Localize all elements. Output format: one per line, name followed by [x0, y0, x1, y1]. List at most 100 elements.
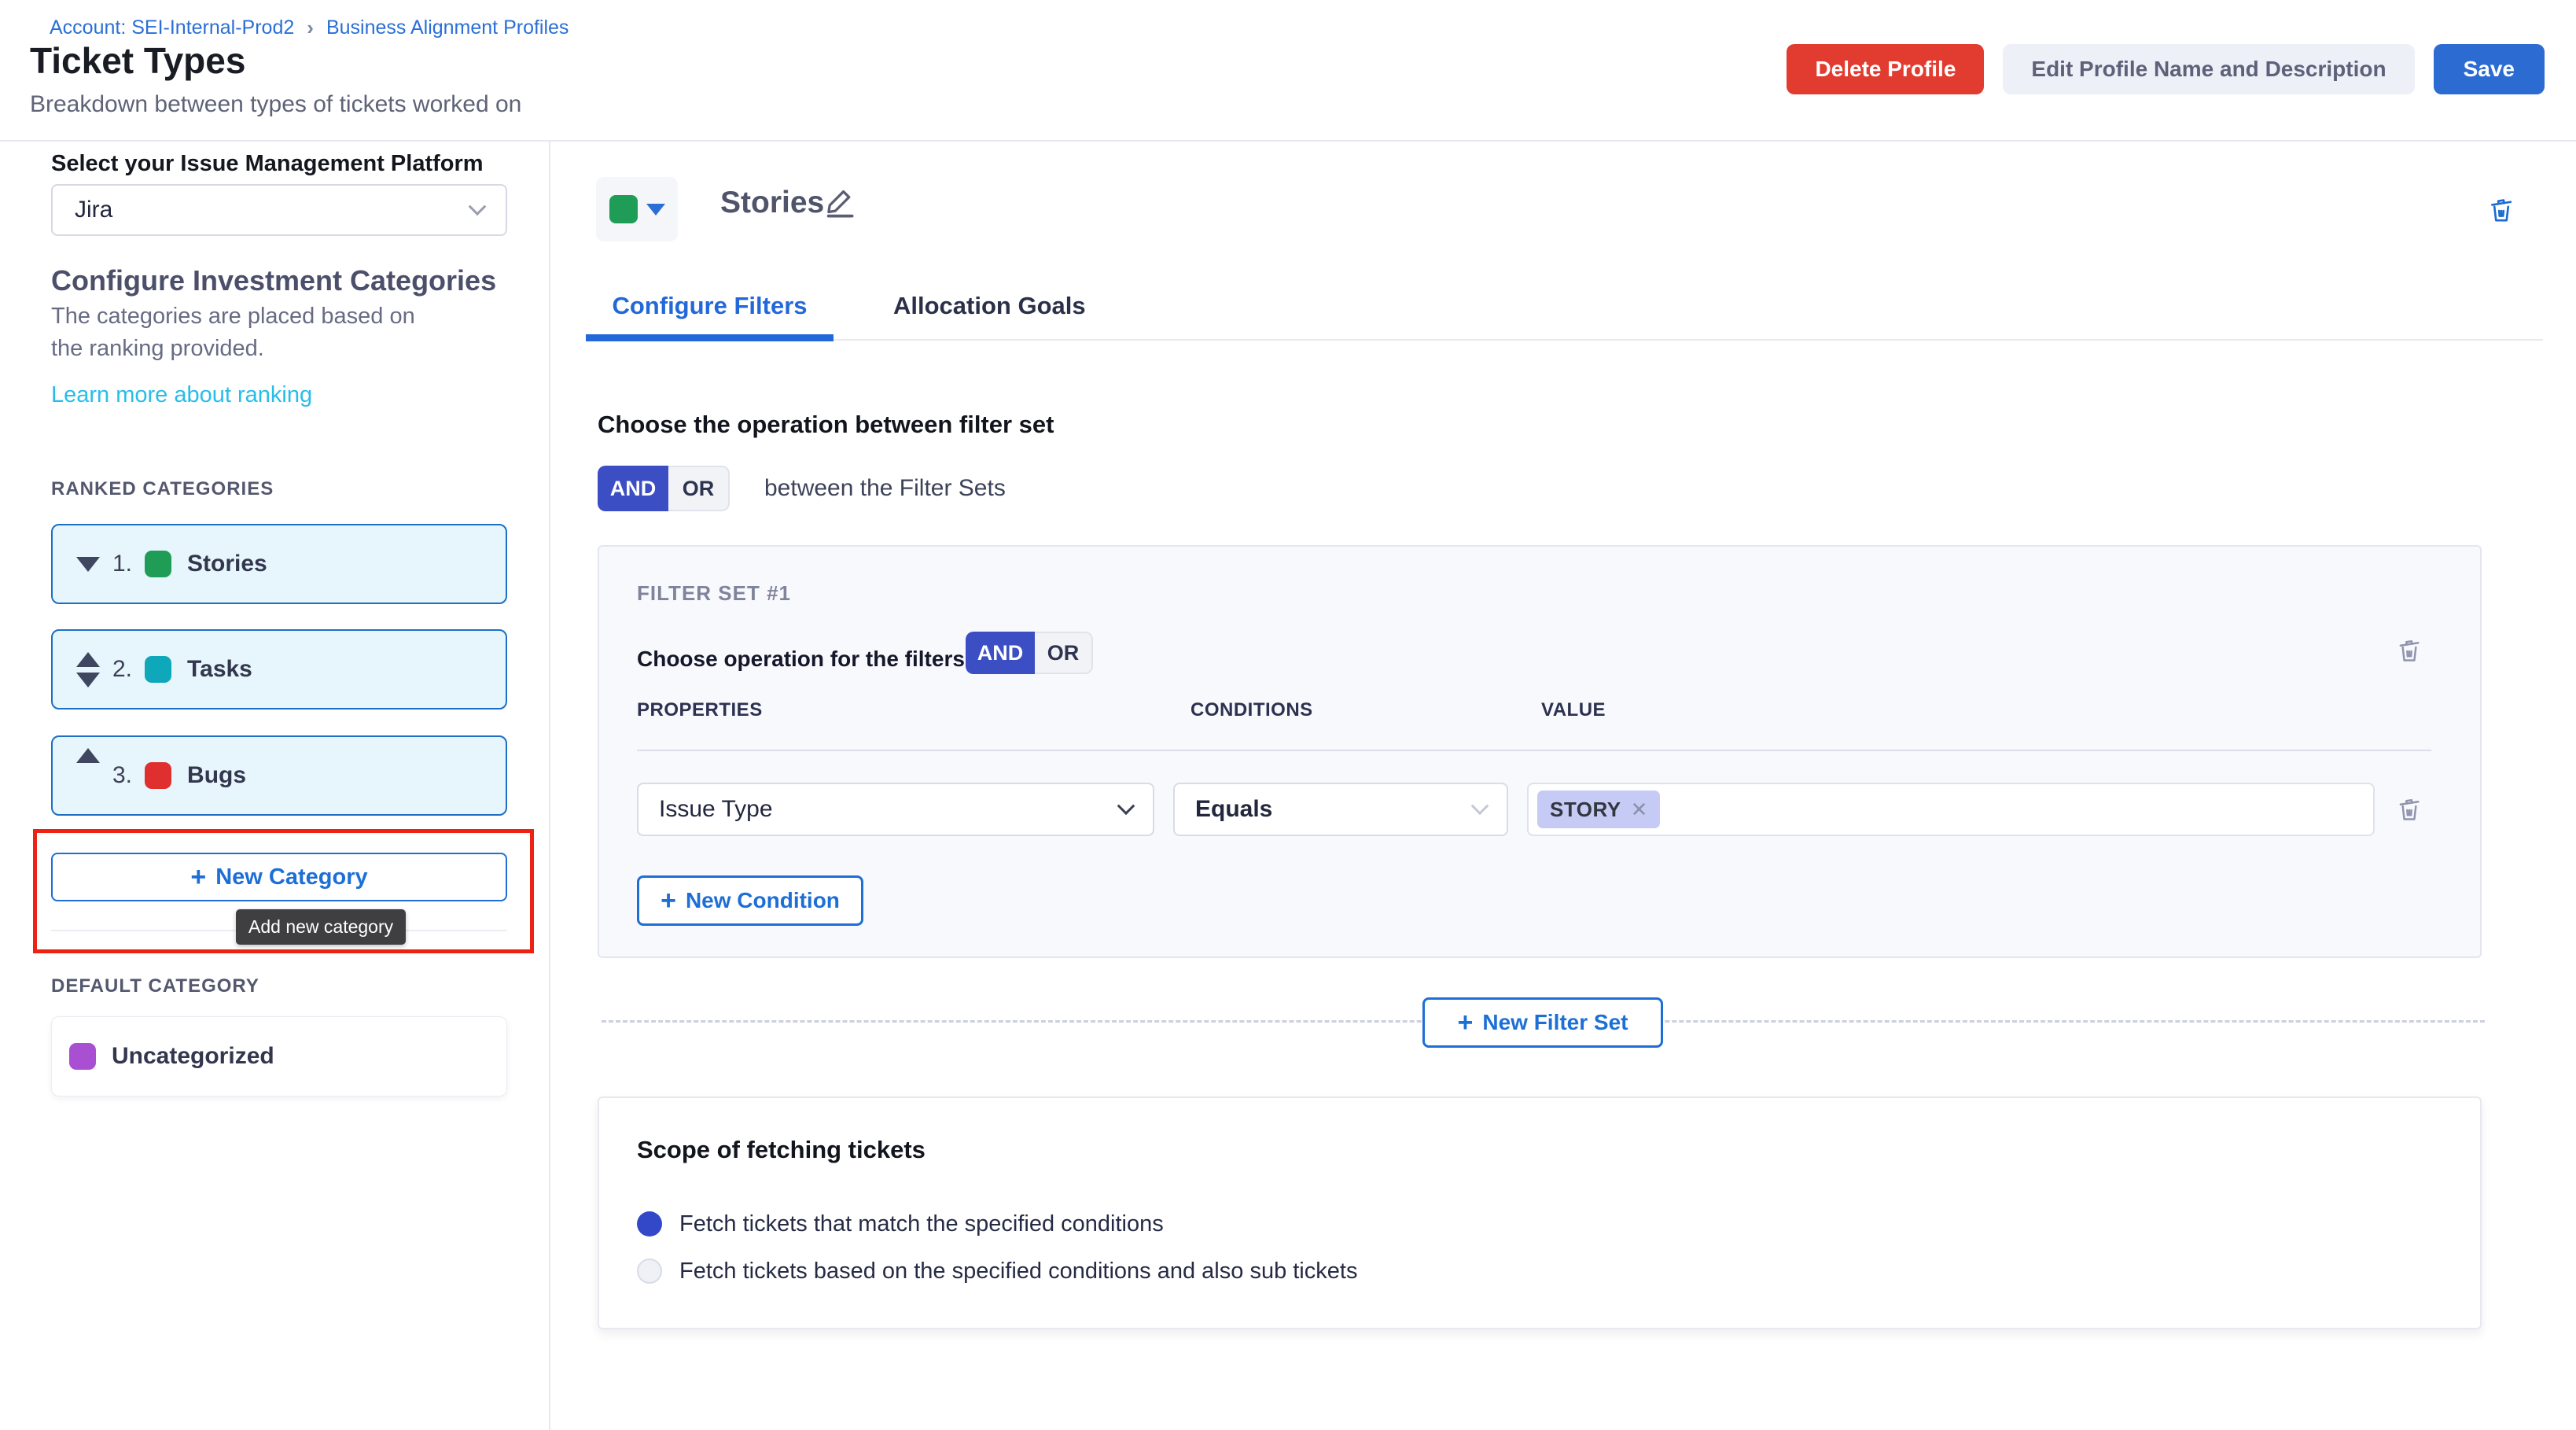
filter-set-divider [637, 750, 2431, 751]
platform-select-label: Select your Issue Management Platform [51, 151, 507, 177]
platform-select[interactable]: Jira [51, 184, 507, 236]
investment-categories-heading: Configure Investment Categories [51, 264, 507, 297]
filter-set-operation-row: AND OR between the Filter Sets [598, 466, 1006, 511]
category-color-dropdown[interactable] [596, 177, 678, 241]
tab-allocation-goals[interactable]: Allocation Goals [879, 271, 1100, 340]
value-chip-label: STORY [1550, 798, 1621, 822]
move-up-down-icon[interactable] [75, 652, 101, 687]
and-toggle-option[interactable]: AND [598, 466, 668, 511]
category-rank: 3. [112, 762, 132, 789]
breadcrumb-account-link[interactable]: Account: SEI-Internal-Prod2 [50, 17, 294, 39]
new-filter-set-button[interactable]: + New Filter Set [1422, 997, 1663, 1048]
category-rank: 1. [112, 551, 132, 577]
page: Account: SEI-Internal-Prod2 › Business A… [0, 0, 2576, 1430]
add-new-category-tooltip: Add new category [236, 909, 406, 945]
header-actions: Delete Profile Edit Profile Name and Des… [1787, 44, 2545, 94]
chevron-down-icon [1117, 797, 1135, 815]
category-card-stories[interactable]: 1. Stories [51, 524, 507, 604]
property-select[interactable]: Issue Type [637, 783, 1154, 836]
scope-option-match-conditions[interactable]: Fetch tickets that match the specified c… [637, 1207, 1164, 1241]
category-label: Uncategorized [112, 1043, 274, 1070]
edit-category-name-button[interactable] [822, 184, 859, 220]
delete-condition-button[interactable] [2394, 794, 2425, 825]
category-color-swatch [69, 1043, 96, 1070]
category-label: Tasks [187, 656, 252, 683]
scope-option-label: Fetch tickets based on the specified con… [679, 1259, 1357, 1284]
new-category-button-label: New Category [215, 864, 367, 890]
new-condition-button[interactable]: + New Condition [637, 875, 863, 926]
plus-icon: + [1457, 1009, 1473, 1036]
scope-card: Scope of fetching tickets Fetch tickets … [598, 1096, 2482, 1329]
filters-and-or-toggle: AND OR [966, 632, 1093, 674]
condition-select-value: Equals [1195, 796, 1272, 823]
tab-configure-filters[interactable]: Configure Filters [586, 271, 834, 340]
property-select-value: Issue Type [659, 796, 773, 823]
scope-option-label: Fetch tickets that match the specified c… [679, 1211, 1164, 1237]
column-header-conditions: CONDITIONS [1190, 699, 1313, 721]
main-content: Stories Configure Filters Allocation Goa… [552, 142, 2576, 1430]
delete-profile-button[interactable]: Delete Profile [1787, 44, 1984, 94]
platform-select-value: Jira [75, 197, 112, 223]
chevron-down-icon [1471, 797, 1489, 815]
pencil-icon [822, 184, 859, 220]
learn-more-link[interactable]: Learn more about ranking [51, 382, 507, 408]
plus-icon: + [190, 864, 206, 890]
plus-icon: + [661, 887, 676, 914]
sidebar: Select your Issue Management Platform Ji… [0, 142, 550, 1430]
filter-set-card: FILTER SET #1 Choose operation for the f… [598, 545, 2482, 958]
category-card-bugs[interactable]: 3. Bugs [51, 735, 507, 816]
category-card-tasks[interactable]: 2. Tasks [51, 629, 507, 709]
category-label: Stories [187, 551, 267, 577]
scope-heading: Scope of fetching tickets [637, 1136, 926, 1164]
caret-down-icon [646, 204, 665, 216]
filter-set-title: FILTER SET #1 [637, 581, 791, 606]
color-swatch-icon [609, 195, 638, 223]
move-down-icon[interactable] [75, 557, 101, 572]
remove-chip-icon[interactable]: ✕ [1631, 799, 1648, 820]
default-category-heading: DEFAULT CATEGORY [51, 975, 507, 997]
save-button[interactable]: Save [2434, 44, 2545, 94]
delete-category-button[interactable] [2485, 193, 2518, 227]
edit-profile-button[interactable]: Edit Profile Name and Description [2003, 44, 2414, 94]
radio-unselected-icon[interactable] [637, 1259, 662, 1284]
trash-icon [2485, 193, 2518, 227]
breadcrumb-separator-icon: › [307, 16, 314, 40]
category-color-swatch [145, 656, 171, 683]
trash-icon [2394, 794, 2425, 825]
condition-select[interactable]: Equals [1173, 783, 1508, 836]
scope-option-include-sub-tickets[interactable]: Fetch tickets based on the specified con… [637, 1254, 1357, 1288]
column-header-properties: PROPERTIES [637, 699, 763, 721]
category-color-swatch [145, 551, 171, 577]
trash-icon [2394, 635, 2425, 666]
chevron-down-icon [469, 197, 487, 216]
and-toggle-option[interactable]: AND [966, 632, 1035, 674]
column-header-value: VALUE [1541, 699, 1606, 721]
filter-set-operation-heading: Choose the operation between filter set [598, 411, 1054, 439]
ranked-categories-heading: RANKED CATEGORIES [51, 478, 507, 500]
and-or-toggle: AND OR [598, 466, 730, 511]
or-toggle-option[interactable]: OR [668, 466, 730, 511]
delete-filter-set-button[interactable] [2394, 635, 2425, 666]
breadcrumb-page-link[interactable]: Business Alignment Profiles [326, 17, 569, 39]
filters-operation-label: Choose operation for the filters [637, 638, 965, 680]
category-label: Bugs [187, 762, 246, 789]
category-title: Stories [720, 186, 824, 220]
new-filter-set-button-label: New Filter Set [1482, 1010, 1628, 1035]
move-up-icon[interactable] [75, 748, 101, 763]
page-title: Ticket Types [30, 39, 245, 82]
or-toggle-option[interactable]: OR [1035, 632, 1093, 674]
page-subtitle: Breakdown between types of tickets worke… [30, 91, 521, 118]
new-category-button[interactable]: + New Category [51, 853, 507, 901]
new-condition-button-label: New Condition [686, 888, 840, 913]
category-rank: 2. [112, 656, 132, 683]
default-category-card: Uncategorized [51, 1016, 507, 1096]
value-input[interactable]: STORY ✕ [1527, 783, 2375, 836]
value-chip: STORY ✕ [1537, 791, 1660, 828]
category-color-swatch [145, 762, 171, 789]
header: Account: SEI-Internal-Prod2 › Business A… [0, 0, 2576, 142]
toggle-caption: between the Filter Sets [764, 475, 1006, 502]
breadcrumb: Account: SEI-Internal-Prod2 › Business A… [50, 16, 569, 40]
investment-categories-description: The categories are placed based on the r… [51, 300, 444, 365]
radio-selected-icon[interactable] [637, 1211, 662, 1237]
tab-bar: Configure Filters Allocation Goals [586, 272, 2543, 341]
